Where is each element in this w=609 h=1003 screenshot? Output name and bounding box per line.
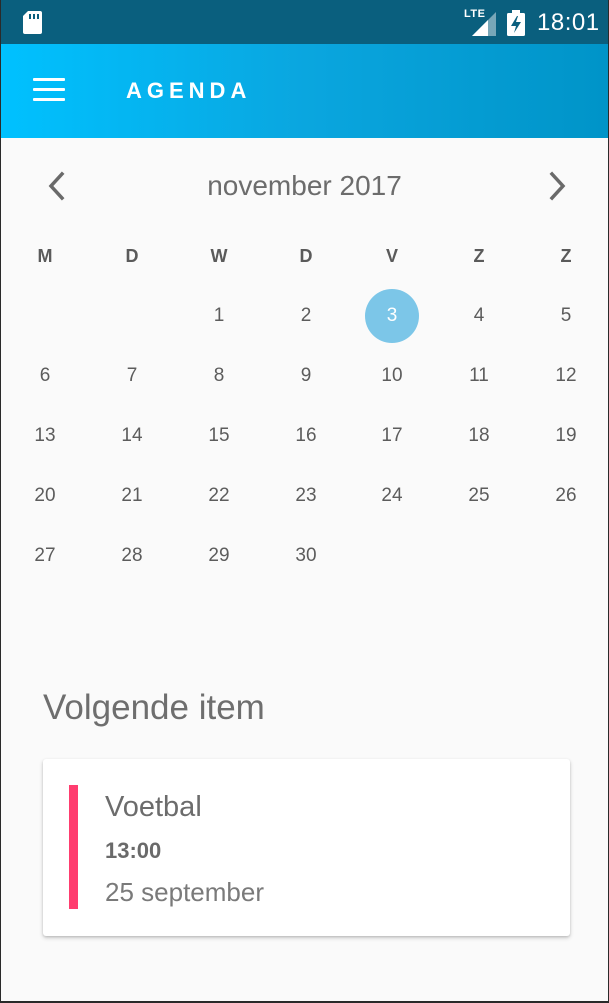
calendar-day[interactable]: 7 (104, 362, 160, 390)
calendar-day[interactable]: 25 (451, 482, 507, 510)
calendar-day[interactable]: 27 (17, 542, 73, 570)
sd-card-icon (23, 11, 42, 34)
calendar-day[interactable]: 18 (451, 422, 507, 450)
calendar-day[interactable]: 26 (538, 482, 594, 510)
menu-line (33, 78, 65, 81)
calendar-week-row: 6 7 8 9 10 11 12 (1, 346, 609, 406)
event-title: Voetbal (105, 791, 202, 823)
signal-icon (472, 12, 496, 36)
calendar-day[interactable]: 13 (17, 422, 73, 450)
battery-charging-icon (507, 10, 525, 36)
calendar-day[interactable]: 30 (278, 542, 334, 570)
calendar-day[interactable]: 16 (278, 422, 334, 450)
event-time: 13:00 (105, 838, 162, 863)
calendar-day[interactable]: 28 (104, 542, 160, 570)
section-title-next-item: Volgende item (43, 688, 265, 727)
calendar-day[interactable]: 21 (104, 482, 160, 510)
calendar-day[interactable]: 2 (278, 302, 334, 330)
calendar-day[interactable]: 20 (17, 482, 73, 510)
calendar-day[interactable]: 23 (278, 482, 334, 510)
calendar-day[interactable]: 10 (364, 362, 420, 390)
event-date: 25 september (105, 877, 264, 907)
status-time: 18:01 (537, 9, 600, 36)
page-title: AGENDA (126, 78, 252, 103)
event-color-bar (69, 785, 78, 909)
month-label: november 2017 (207, 170, 402, 201)
calendar-day[interactable]: 11 (451, 362, 507, 390)
weekday-monday: M (37, 246, 53, 266)
weekday-sunday: Z (560, 246, 572, 266)
weekday-tuesday: D (125, 246, 139, 266)
calendar-week-row: 1 2 3 4 5 (1, 286, 609, 346)
calendar-day[interactable]: 9 (278, 362, 334, 390)
menu-line (33, 98, 65, 101)
calendar-day[interactable]: 12 (538, 362, 594, 390)
calendar-day[interactable]: 8 (191, 362, 247, 390)
calendar-day[interactable]: 14 (104, 422, 160, 450)
calendar-day[interactable]: 22 (191, 482, 247, 510)
chevron-right-icon (549, 171, 566, 201)
app-bar: AGENDA (1, 44, 608, 138)
next-month-button[interactable] (535, 164, 579, 208)
weekday-wednesday: W (210, 246, 228, 266)
calendar-week-row: 27 28 29 30 (1, 526, 609, 586)
calendar-day-selected[interactable]: 3 (365, 289, 419, 343)
calendar-week-row: 13 14 15 16 17 18 19 (1, 406, 609, 466)
calendar-day[interactable]: 5 (538, 302, 594, 330)
calendar-day[interactable]: 1 (191, 302, 247, 330)
app-screen: LTE 18:01 AGENDA november 2017 M D W D V… (0, 0, 609, 1003)
calendar-day[interactable]: 29 (191, 542, 247, 570)
next-item-card[interactable]: Voetbal 13:00 25 september (43, 759, 570, 936)
calendar-day[interactable]: 24 (364, 482, 420, 510)
calendar-header: november 2017 (1, 160, 608, 210)
hamburger-menu-icon[interactable] (27, 74, 71, 110)
weekday-header-row: M D W D V Z Z (1, 232, 609, 280)
calendar-day[interactable]: 17 (364, 422, 420, 450)
calendar-day[interactable]: 4 (451, 302, 507, 330)
menu-line (33, 88, 65, 91)
calendar-day[interactable]: 15 (191, 422, 247, 450)
status-bar: LTE 18:01 (1, 0, 608, 44)
calendar-day[interactable]: 19 (538, 422, 594, 450)
network-indicator: LTE (464, 8, 496, 36)
weekday-saturday: Z (473, 246, 485, 266)
calendar-day[interactable]: 6 (17, 362, 73, 390)
weekday-friday: V (385, 246, 398, 266)
weekday-thursday: D (299, 246, 313, 266)
calendar-week-row: 20 21 22 23 24 25 26 (1, 466, 609, 526)
